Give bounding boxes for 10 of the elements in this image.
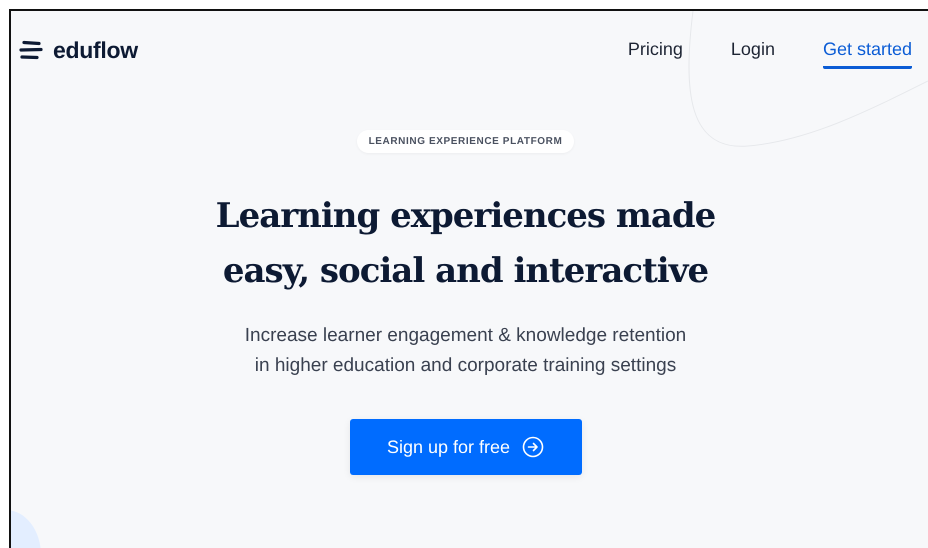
category-badge: LEARNING EXPERIENCE PLATFORM [356, 130, 574, 153]
nav-link[interactable]: Pricing [628, 39, 683, 69]
logo-icon [19, 40, 43, 60]
signup-button[interactable]: Sign up for free [350, 419, 582, 475]
hero-title: Learning experiences made easy, social and interactive [216, 195, 716, 293]
logo-text[interactable]: eduflow [53, 36, 138, 64]
nav-link[interactable]: Get started [822, 39, 912, 69]
arrow-circle-icon [522, 436, 544, 458]
nav-link[interactable]: Login [730, 39, 775, 69]
hero-subtitle: Increase learner engagement & knowledge retention in higher education and corporate training settings [244, 324, 686, 378]
